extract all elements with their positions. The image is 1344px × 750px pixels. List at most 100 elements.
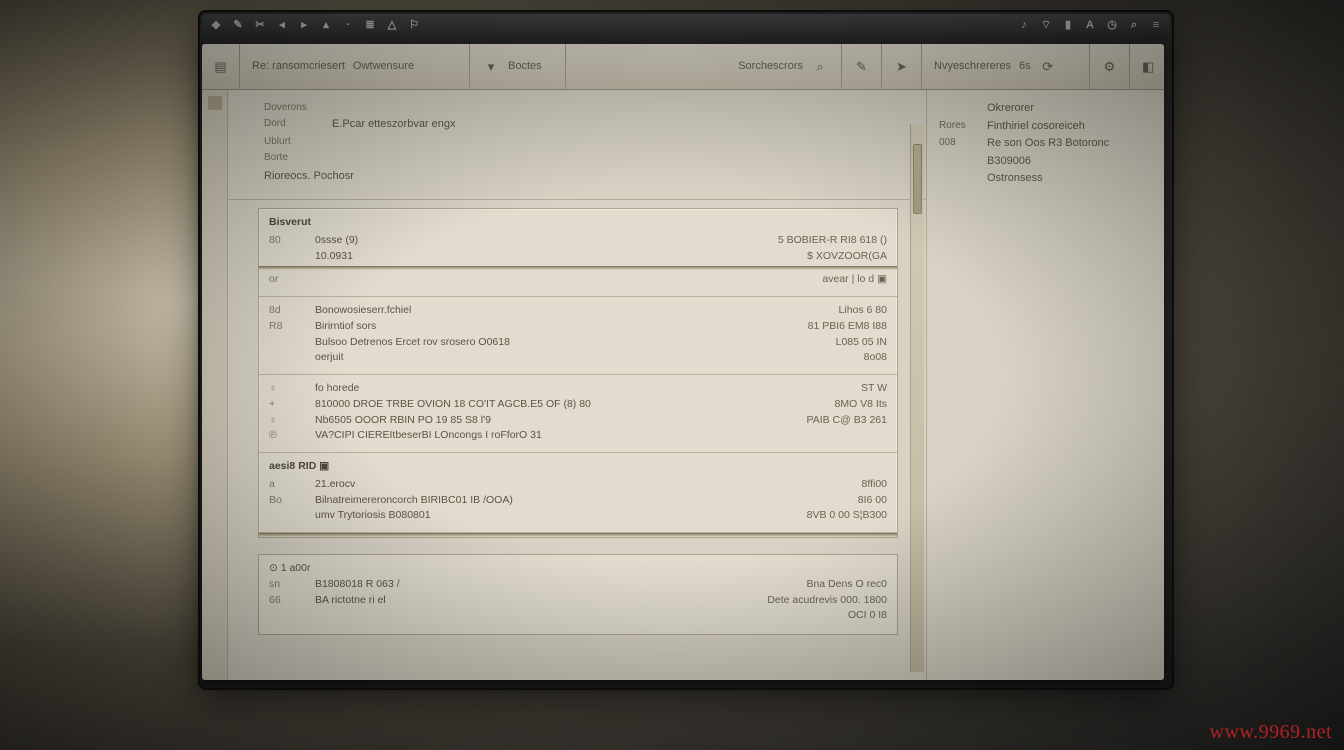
monitor-bezel: ◆ ✎ ✂ ◂ ▸ ▴ · ≣ △ ⚐ ♪ ⌔ ▮ A ◷ ⌕ ≡ ▤ [198, 10, 1174, 690]
footer-block: ⊙ 1 a00rsnB1808018 R 063 /Bna Dens O rec… [258, 554, 898, 635]
side-key [939, 170, 979, 188]
record-line[interactable]: ℗ VA?CIPI CIEREItbeserBI LOncongs I roFfo… [269, 428, 887, 444]
search-icon[interactable]: ⌕ [1128, 19, 1140, 31]
cell-c2: B1808018 R 063 / [315, 577, 733, 593]
toolbar-tool-1[interactable]: ✎ [842, 44, 882, 89]
search-icon: ⌕ [811, 58, 829, 76]
record-block[interactable]: ♀fo horedeST W+810000 DROE TRBE OVION 18… [259, 375, 897, 453]
toolbar-settings[interactable]: ⚙ [1090, 44, 1130, 89]
cell-c3: ST W [747, 381, 887, 397]
cell-c3: PAIB C@ B3 261 [747, 413, 887, 429]
side-key [939, 100, 979, 118]
scrollbar-thumb[interactable] [913, 144, 922, 214]
hdr-key: Borte [264, 150, 322, 166]
panel-icon: ◧ [1142, 58, 1154, 76]
warn-icon[interactable]: △ [386, 19, 398, 31]
hdr-key: Dord [264, 116, 322, 134]
cell-c2: 10.0931 [315, 249, 733, 265]
record-line[interactable]: oravear | lo d ▣ [269, 272, 887, 288]
cell-c1 [269, 249, 301, 265]
cell-c1 [269, 350, 301, 366]
cell-c1 [269, 508, 301, 524]
side-key: 008 [939, 135, 979, 153]
main-column: Doverons DordE.Pcar etteszorbvar engx Ub… [228, 90, 926, 680]
cell-c2: Bulsoo Detrenos Ercet rov srosero O0618 [315, 335, 733, 351]
tool-icon[interactable]: ✎ [232, 19, 244, 31]
record-line[interactable]: 800ssse (9)5 BOBIER-R RI8 618 () [269, 233, 887, 249]
side-val: Re son Oos R3 Botoronc [987, 135, 1109, 153]
menubar-left: ◆ ✎ ✂ ◂ ▸ ▴ · ≣ △ ⚐ [210, 19, 420, 31]
fwd-icon[interactable]: ▸ [298, 19, 310, 31]
side-val: Okrerorer [987, 100, 1034, 118]
tool-icon[interactable]: ✂ [254, 19, 266, 31]
record-block[interactable]: 8dBonowosieserr.fchielLihos 6 80R8Birirn… [259, 297, 897, 375]
app-window: ▤ Re: ransomcriesert Owtwensure ▾ Boctes… [202, 44, 1164, 680]
hdr-val: E.Pcar etteszorbvar engx [332, 116, 456, 134]
record-block[interactable]: Bisverut 800ssse (9)5 BOBIER-R RI8 618 ()… [259, 209, 897, 297]
record-line[interactable]: BoBilnatreimereroncorch BIRIBC01 IB /OOA… [269, 493, 887, 509]
list-icon[interactable]: ≣ [364, 19, 376, 31]
back-icon[interactable]: ◂ [276, 19, 288, 31]
cell-c1: ℗ [269, 428, 301, 444]
context-label-2: Owtwensure [353, 61, 414, 72]
record-line[interactable]: 8dBonowosieserr.fchielLihos 6 80 [269, 303, 887, 319]
sep-icon: · [342, 19, 354, 31]
cell-c3: $ XOVZOOR(GA [747, 249, 887, 265]
cell-c1: 8d [269, 303, 301, 319]
refresh-icon: ⟳ [1039, 58, 1057, 76]
clock-icon[interactable]: ◷ [1106, 19, 1118, 31]
scrollbar[interactable] [910, 124, 924, 672]
batt-icon[interactable]: ▮ [1062, 19, 1074, 31]
record-line[interactable]: R8Birirntiof sors81 PBI6 EM8 I88 [269, 319, 887, 335]
record-line[interactable]: +810000 DROE TRBE OVION 18 CO'IT AGCB.E5… [269, 397, 887, 413]
cell-c1: + [269, 397, 301, 413]
record-line[interactable]: 10.0931 $ XOVZOOR(GA [269, 249, 887, 265]
menu-icon[interactable]: ≡ [1150, 19, 1162, 31]
cell-c3: avear | lo d ▣ [747, 272, 887, 288]
toolbar-dropdown[interactable]: ▾ Boctes [470, 44, 566, 89]
toolbar-tool-2[interactable]: ➤ [882, 44, 922, 89]
apple-icon[interactable]: ◆ [210, 19, 222, 31]
cell-c2: VA?CIPI CIEREItbeserBI LOncongs I roFfor… [315, 428, 733, 444]
up-icon[interactable]: ▴ [320, 19, 332, 31]
side-val: Finthiriel cosoreiceh [987, 118, 1085, 136]
cell-c3: 8I6 00 [747, 493, 887, 509]
block-title: Bisverut [269, 215, 887, 231]
record-line[interactable]: Bulsoo Detrenos Ercet rov srosero O0618L… [269, 335, 887, 351]
record-line[interactable]: ♀Nb6505 OOOR RBIN PO 19 85 S8 l'9PAIB C@… [269, 413, 887, 429]
cell-c3: Bna Dens O rec0 [747, 577, 887, 593]
cell-c1: Bo [269, 493, 301, 509]
dropdown-label: Boctes [508, 61, 542, 72]
record-line[interactable]: ♀fo horedeST W [269, 381, 887, 397]
toolbar-status[interactable]: Nvyeschrereres 6s ⟳ [922, 44, 1090, 89]
context-label-1: Re: ransomcriesert [252, 61, 345, 72]
ime-icon[interactable]: A [1084, 19, 1096, 31]
toolbar-search[interactable]: Sorchescrors ⌕ [566, 44, 842, 89]
cell-c2: Bonowosieserr.fchiel [315, 303, 733, 319]
cell-c1: ♀ [269, 381, 301, 397]
records-panel: Bisverut 800ssse (9)5 BOBIER-R RI8 618 ()… [258, 208, 898, 538]
toolbar-home[interactable]: ▤ [202, 44, 240, 89]
cell-c1: ♀ [269, 413, 301, 429]
side-key [939, 153, 979, 171]
chevron-down-icon: ▾ [482, 58, 500, 76]
toolbar-context[interactable]: Re: ransomcriesert Owtwensure [240, 44, 470, 89]
gutter-icon[interactable] [208, 96, 222, 110]
record-block[interactable]: aesi8 RID ▣a21.erocv8ffi00BoBilnatreimer… [259, 453, 897, 533]
home-icon: ▤ [214, 58, 227, 76]
flag-icon[interactable]: ⚐ [408, 19, 420, 31]
record-line[interactable]: a21.erocv8ffi00 [269, 477, 887, 493]
cell-c3 [747, 428, 887, 444]
toolbar-panel-toggle[interactable]: ◧ [1130, 44, 1164, 89]
cell-c1: a [269, 477, 301, 493]
status-label: Nvyeschrereres [934, 61, 1011, 72]
wifi-icon[interactable]: ⌔ [1040, 19, 1052, 31]
side-key: Rores [939, 118, 979, 136]
record-line[interactable]: oerjuit8o08 [269, 350, 887, 366]
record-line[interactable]: umv Trytoriosis B0808018VB 0 00 S¦B300 [269, 508, 887, 524]
status-value: 6s [1019, 61, 1031, 72]
header-panel: Doverons DordE.Pcar etteszorbvar engx Ub… [228, 90, 926, 200]
body: Doverons DordE.Pcar etteszorbvar engx Ub… [202, 90, 1164, 680]
vol-icon[interactable]: ♪ [1018, 19, 1030, 31]
footer-line: 66BA rictotne ri elDete acudrevis 000. 1… [269, 593, 887, 625]
